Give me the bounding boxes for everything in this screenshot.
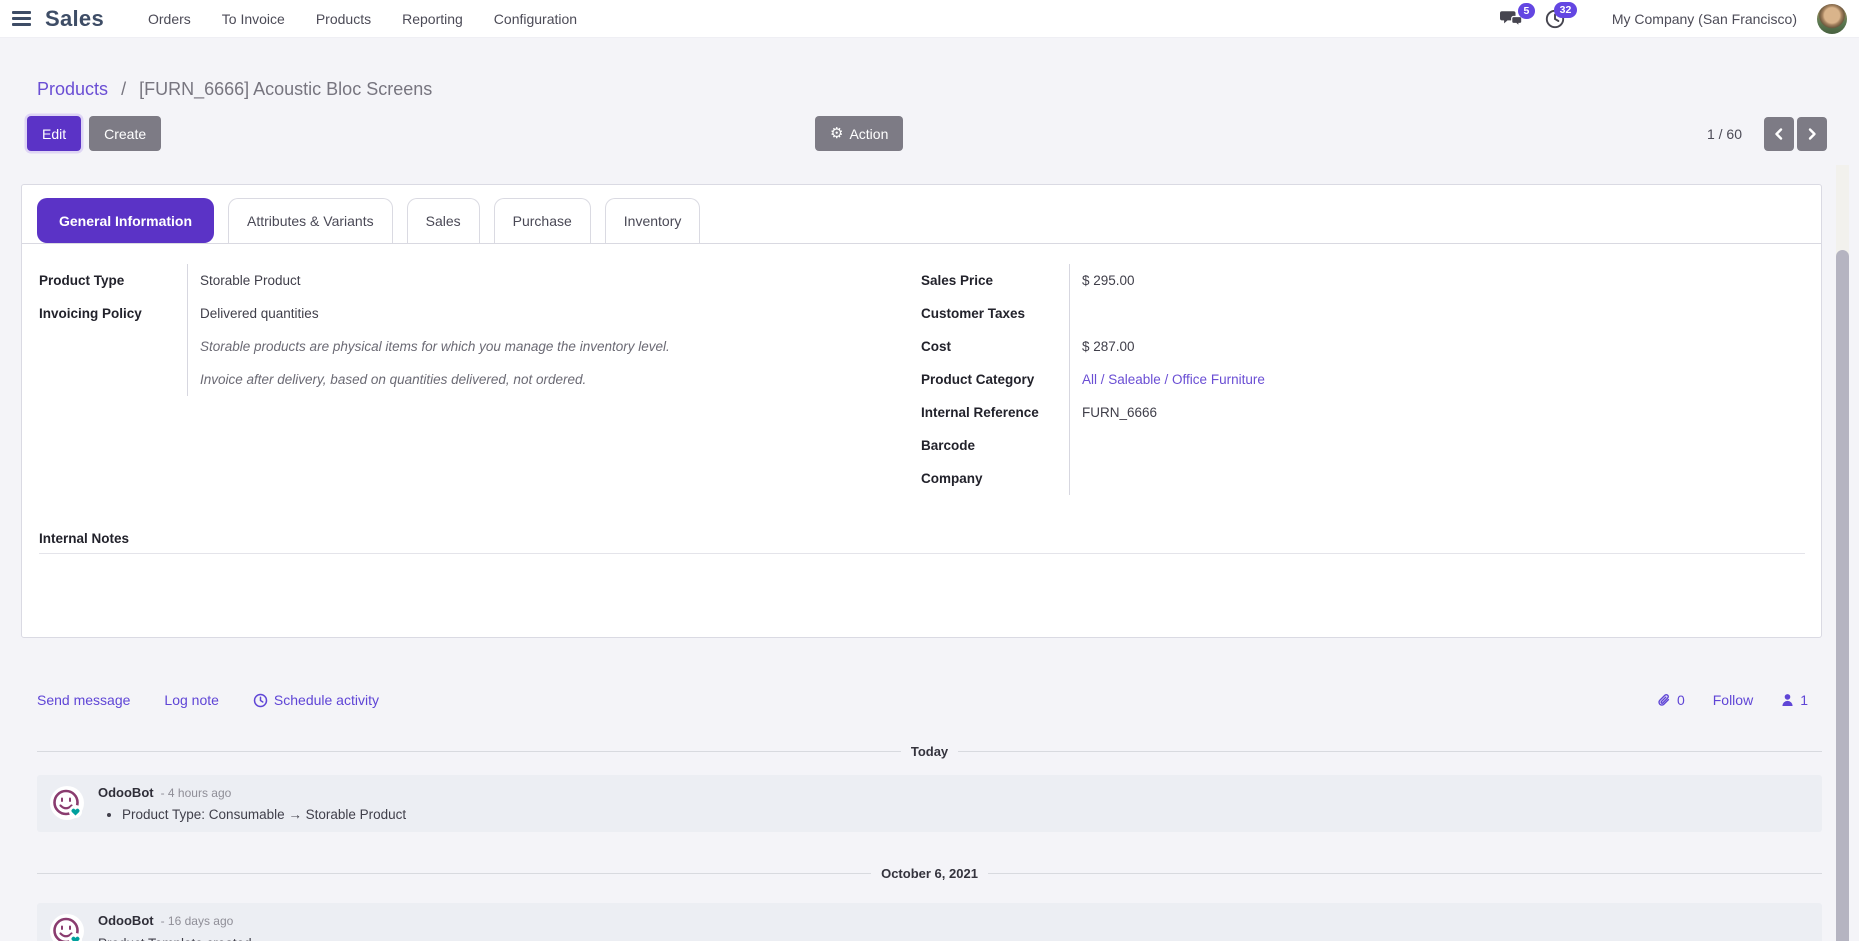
- message-text: Product Template created: [98, 936, 1810, 941]
- message-tracking-item: Product Type: Consumable → Storable Prod…: [122, 807, 1810, 822]
- message-author: OdooBot: [98, 913, 154, 928]
- breadcrumb-current: [FURN_6666] Acoustic Bloc Screens: [139, 79, 432, 99]
- field-label-barcode: Barcode: [921, 429, 1069, 462]
- pager: 1 / 60: [1707, 117, 1827, 151]
- breadcrumb-separator: /: [121, 79, 126, 99]
- date-divider-october: October 6, 2021: [37, 866, 1822, 881]
- statusbar: Edit Create ⚙ Action 1 / 60: [27, 116, 1838, 151]
- menu-item-to-invoice[interactable]: To Invoice: [222, 11, 285, 27]
- activities-badge: 32: [1554, 2, 1577, 18]
- edit-button[interactable]: Edit: [27, 116, 81, 151]
- message: OdooBot - 4 hours ago Product Type: Cons…: [37, 775, 1822, 832]
- odoobot-avatar: [49, 785, 85, 821]
- page: { "navbar": { "brand": "Sales", "menu": …: [0, 0, 1859, 941]
- field-label-invoicing-policy: Invoicing Policy: [39, 297, 187, 330]
- invoicing-policy-help-text: Invoice after delivery, based on quantit…: [187, 363, 849, 396]
- tab-attributes-variants[interactable]: Attributes & Variants: [228, 198, 393, 243]
- pager-previous-button[interactable]: [1764, 117, 1794, 151]
- message-author: OdooBot: [98, 785, 154, 800]
- messages-badge: 5: [1518, 3, 1535, 19]
- action-button-label: Action: [849, 126, 888, 142]
- activities-button[interactable]: 32: [1544, 8, 1566, 30]
- schedule-activity-button[interactable]: Schedule activity: [253, 692, 379, 708]
- notebook-tabs: General Information Attributes & Variant…: [22, 198, 1821, 244]
- followers-button[interactable]: 1: [1781, 692, 1808, 708]
- app-menu: Orders To Invoice Products Reporting Con…: [148, 11, 577, 27]
- schedule-activity-label: Schedule activity: [274, 692, 379, 708]
- chatter-topbar: Send message Log note Schedule activity …: [37, 690, 1822, 710]
- internal-notes-divider: [39, 553, 1805, 554]
- pager-next-button[interactable]: [1797, 117, 1827, 151]
- field-value-sales-price: $ 295.00: [1069, 264, 1805, 297]
- follow-button[interactable]: Follow: [1713, 692, 1753, 708]
- field-value-company: [1069, 462, 1805, 495]
- field-value-invoicing-policy: Delivered quantities: [187, 297, 849, 330]
- pager-value: 1 / 60: [1707, 126, 1742, 142]
- menu-item-reporting[interactable]: Reporting: [402, 11, 463, 27]
- send-message-button[interactable]: Send message: [37, 692, 130, 708]
- company-switcher[interactable]: My Company (San Francisco): [1612, 11, 1797, 27]
- message: OdooBot - 16 days ago Product Template c…: [37, 903, 1822, 941]
- messages-button[interactable]: 5: [1500, 9, 1524, 29]
- field-value-internal-reference: FURN_6666: [1069, 396, 1805, 429]
- log-note-button[interactable]: Log note: [164, 692, 219, 708]
- field-value-barcode: [1069, 429, 1805, 462]
- date-divider-label: Today: [911, 744, 948, 759]
- date-divider-label: October 6, 2021: [881, 866, 978, 881]
- field-label-company: Company: [921, 462, 1069, 495]
- field-label-product-type: Product Type: [39, 264, 187, 297]
- form-sheet: Product Type Storable Product Invoicing …: [22, 244, 1821, 495]
- user-avatar[interactable]: [1817, 4, 1847, 34]
- field-label-sales-price: Sales Price: [921, 264, 1069, 297]
- message-time: - 16 days ago: [161, 914, 234, 928]
- form-group-right: Sales Price $ 295.00 Customer Taxes Cost…: [921, 264, 1805, 495]
- menu-item-configuration[interactable]: Configuration: [494, 11, 577, 27]
- field-label-product-category: Product Category: [921, 363, 1069, 396]
- scrollbar-thumb[interactable]: [1836, 250, 1849, 941]
- top-navbar: Sales Orders To Invoice Products Reporti…: [0, 0, 1859, 38]
- schedule-clock-icon: [253, 693, 268, 708]
- paperclip-icon: [1656, 693, 1671, 708]
- field-value-cost: $ 287.00: [1069, 330, 1805, 363]
- attachments-button[interactable]: 0: [1656, 692, 1685, 708]
- tab-sales[interactable]: Sales: [407, 198, 480, 243]
- odoobot-avatar: [49, 913, 85, 941]
- breadcrumb-products-link[interactable]: Products: [37, 79, 108, 99]
- internal-notes-section: Internal Notes: [22, 495, 1821, 554]
- field-value-customer-taxes: [1069, 297, 1805, 330]
- app-name[interactable]: Sales: [45, 6, 104, 32]
- person-icon: [1781, 693, 1794, 707]
- chatter: Send message Log note Schedule activity …: [21, 690, 1822, 941]
- chevron-left-icon: [1773, 127, 1785, 141]
- tab-general-information[interactable]: General Information: [37, 198, 214, 243]
- message-time: - 4 hours ago: [161, 786, 232, 800]
- internal-notes-label: Internal Notes: [39, 531, 1805, 546]
- followers-count: 1: [1800, 692, 1808, 708]
- apps-menu-icon[interactable]: [12, 11, 31, 25]
- field-label-internal-reference: Internal Reference: [921, 396, 1069, 429]
- field-label-cost: Cost: [921, 330, 1069, 363]
- product-form-card: General Information Attributes & Variant…: [21, 184, 1822, 638]
- control-panel: Products / [FURN_6666] Acoustic Bloc Scr…: [0, 38, 1859, 151]
- field-label-customer-taxes: Customer Taxes: [921, 297, 1069, 330]
- tab-purchase[interactable]: Purchase: [494, 198, 591, 243]
- menu-item-orders[interactable]: Orders: [148, 11, 191, 27]
- menu-item-products[interactable]: Products: [316, 11, 371, 27]
- action-button[interactable]: ⚙ Action: [815, 116, 903, 151]
- gear-icon: ⚙: [830, 126, 843, 141]
- scrollbar-track[interactable]: [1836, 165, 1849, 941]
- breadcrumb: Products / [FURN_6666] Acoustic Bloc Scr…: [27, 78, 1838, 100]
- product-category-link[interactable]: All / Saleable / Office Furniture: [1082, 372, 1265, 387]
- product-type-help-text: Storable products are physical items for…: [187, 330, 849, 363]
- chevron-right-icon: [1806, 127, 1818, 141]
- create-button[interactable]: Create: [89, 116, 161, 151]
- attachments-count: 0: [1677, 692, 1685, 708]
- form-group-left: Product Type Storable Product Invoicing …: [39, 264, 849, 495]
- date-divider-today: Today: [37, 744, 1822, 759]
- tab-inventory[interactable]: Inventory: [605, 198, 701, 243]
- field-value-product-type: Storable Product: [187, 264, 849, 297]
